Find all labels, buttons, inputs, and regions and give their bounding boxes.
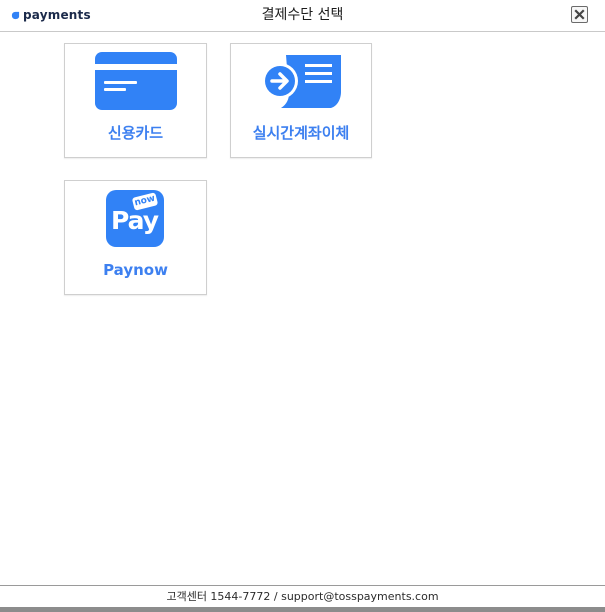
bank-transfer-icon bbox=[262, 55, 341, 108]
paynow-logo-icon: now Pay bbox=[106, 190, 164, 247]
header-bar: payments 결제수단 선택 bbox=[0, 0, 605, 32]
close-x-icon bbox=[574, 9, 585, 20]
paynow-icon-text: Pay bbox=[111, 206, 159, 235]
method-card-credit-card[interactable]: 신용카드 bbox=[64, 43, 207, 158]
paynow-label: Paynow bbox=[103, 261, 168, 279]
credit-card-icon bbox=[95, 52, 177, 110]
credit-card-label: 신용카드 bbox=[107, 124, 164, 142]
footer-contact: 고객센터 1544-7772 / support@tosspayments.co… bbox=[0, 585, 605, 608]
method-card-paynow[interactable]: now Pay Paynow bbox=[64, 180, 207, 295]
bottom-scroll-edge bbox=[0, 607, 605, 612]
method-card-bank-transfer[interactable]: 실시간계좌이체 bbox=[230, 43, 372, 158]
dialog-title: 결제수단 선택 bbox=[261, 7, 344, 23]
bank-transfer-label: 실시간계좌이체 bbox=[252, 124, 350, 142]
close-button[interactable] bbox=[571, 6, 588, 23]
